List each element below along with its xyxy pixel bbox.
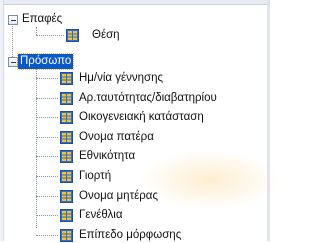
field-table-icon xyxy=(60,72,73,85)
field-table-icon xyxy=(60,229,73,242)
tree-node-contacts[interactable]: Επαφές xyxy=(20,12,64,27)
field-table-icon xyxy=(60,92,73,105)
tree-connector xyxy=(36,35,64,36)
tree-leaf-field[interactable]: Αρ.ταυτότητας/διαβατηρίου xyxy=(79,91,217,106)
tree-connector xyxy=(36,78,58,79)
field-table-icon xyxy=(60,209,73,222)
tree-connector xyxy=(36,117,58,118)
tree-connector xyxy=(36,156,58,157)
field-tree: Επαφές Θέση Πρόσωπο Ημ/νία γέννησης Αρ.τα… xyxy=(0,0,270,242)
field-table-icon xyxy=(60,150,73,163)
field-table-icon xyxy=(60,190,73,203)
tree-connector xyxy=(36,137,58,138)
tree-panel: Επαφές Θέση Πρόσωπο Ημ/νία γέννησης Αρ.τα… xyxy=(0,0,280,242)
field-table-icon xyxy=(60,170,73,183)
tree-connector xyxy=(36,196,58,197)
tree-connector xyxy=(36,98,58,99)
tree-connector xyxy=(36,176,58,177)
tree-leaf-field[interactable]: Γιορτή xyxy=(79,169,111,184)
tree-connector xyxy=(36,27,37,35)
tree-connector xyxy=(36,215,58,216)
tree-leaf-position[interactable]: Θέση xyxy=(92,28,120,43)
tree-leaf-field[interactable]: Ονομα πατέρα xyxy=(79,130,154,145)
field-table-icon xyxy=(60,131,73,144)
tree-node-person[interactable]: Πρόσωπο xyxy=(16,53,75,70)
collapse-toggle-person[interactable] xyxy=(8,57,18,67)
tree-leaf-field[interactable]: Γενέθλια xyxy=(79,208,122,223)
field-table-icon xyxy=(66,29,79,42)
tree-leaf-field[interactable]: Οικογενειακή κατάσταση xyxy=(79,110,204,125)
field-table-icon xyxy=(60,111,73,124)
tree-connector xyxy=(36,69,37,228)
tree-leaf-field[interactable]: Ονομα μητέρας xyxy=(79,189,158,204)
tree-connector xyxy=(12,24,13,61)
tree-leaf-field[interactable]: Ημ/νία γέννησης xyxy=(79,71,163,86)
tree-connector xyxy=(36,235,58,236)
collapse-toggle-contacts[interactable] xyxy=(8,15,18,25)
tree-leaf-field[interactable]: Εθνικότητα xyxy=(79,149,135,164)
